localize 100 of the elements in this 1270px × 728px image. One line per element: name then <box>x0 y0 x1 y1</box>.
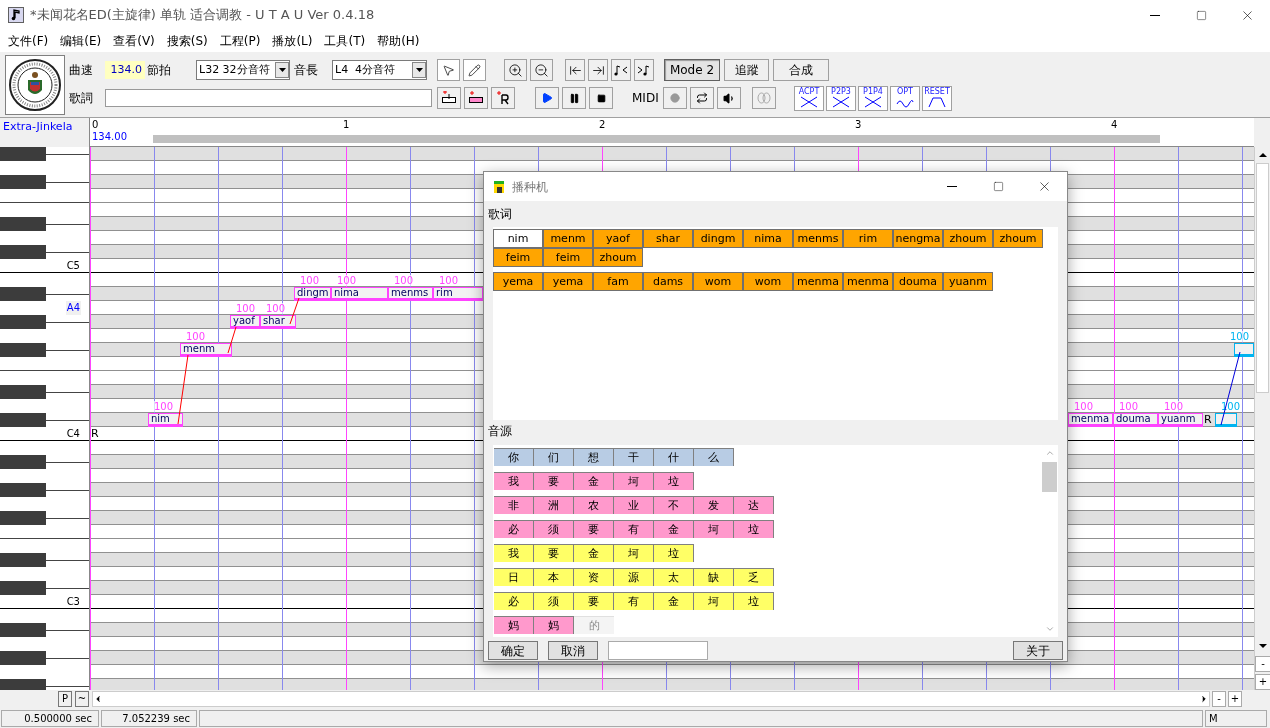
source-cell[interactable]: 洲 <box>534 496 574 514</box>
zoom-button[interactable]: + <box>1255 674 1270 690</box>
envelope-button[interactable]: P1P4 <box>858 85 888 111</box>
zoom-button[interactable]: + <box>1228 691 1242 707</box>
note-block[interactable]: dingm <box>294 287 331 301</box>
note-block[interactable] <box>1234 343 1254 357</box>
loop-button[interactable] <box>690 87 714 109</box>
lyric-cell[interactable]: douma <box>893 272 943 291</box>
scrollbar-thumb[interactable] <box>1042 462 1057 492</box>
source-cell[interactable]: 金 <box>574 472 614 490</box>
source-cell[interactable]: 业 <box>614 496 654 514</box>
source-cell[interactable]: 我 <box>494 544 534 562</box>
source-cell[interactable]: 垃 <box>734 520 774 538</box>
lyric-cell[interactable]: zhoum <box>943 229 993 248</box>
go-start-button[interactable] <box>565 59 585 81</box>
source-cell[interactable]: 太 <box>654 568 694 586</box>
quantize-select[interactable]: L32 32分音符 <box>196 60 290 80</box>
tempo-field[interactable]: 134.0 <box>105 61 145 79</box>
note-block[interactable]: menms <box>388 287 433 301</box>
note-block[interactable]: rim <box>433 287 483 301</box>
source-cell[interactable]: 坷 <box>614 472 654 490</box>
play-button[interactable] <box>535 87 559 109</box>
envelope-button[interactable]: RESET <box>922 85 952 111</box>
source-cell[interactable]: 什 <box>654 448 694 466</box>
source-cell[interactable]: 要 <box>534 544 574 562</box>
stop-button[interactable] <box>589 87 613 109</box>
note-right-button[interactable] <box>634 59 654 81</box>
lyric-cell[interactable]: yema <box>543 272 593 291</box>
about-button[interactable]: 关于 <box>1013 641 1063 660</box>
source-cell[interactable]: 么 <box>694 448 734 466</box>
lyric-cell[interactable]: menm <box>543 229 593 248</box>
lyric-input[interactable] <box>105 89 432 107</box>
source-cell[interactable]: 非 <box>494 496 534 514</box>
note-block[interactable]: shar <box>260 315 296 329</box>
menu-item[interactable]: 帮助(H) <box>371 32 426 50</box>
lyric-cell[interactable]: zhoum <box>993 229 1043 248</box>
toolbar-button[interactable]: 追蹤 <box>724 59 769 81</box>
source-cell[interactable]: 日 <box>494 568 534 586</box>
source-cell[interactable]: 垃 <box>734 592 774 610</box>
note-block[interactable] <box>1215 413 1237 427</box>
source-cell[interactable]: 必 <box>494 520 534 538</box>
menu-item[interactable]: 编辑(E) <box>54 32 108 50</box>
lyric-cell[interactable]: menma <box>793 272 843 291</box>
source-cell[interactable]: 达 <box>734 496 774 514</box>
menu-item[interactable]: 搜索(S) <box>160 32 214 50</box>
length-select[interactable]: L4 4分音符 <box>332 60 427 80</box>
menu-item[interactable]: 工具(T) <box>318 32 372 50</box>
lyric-cell[interactable]: dingm <box>693 229 743 248</box>
source-cell[interactable]: 金 <box>654 592 694 610</box>
note-block[interactable]: menma <box>1068 413 1113 427</box>
insert-rest-button[interactable] <box>491 87 515 109</box>
source-cell[interactable]: 须 <box>534 592 574 610</box>
menu-item[interactable]: 文件(F) <box>2 32 55 50</box>
source-cell[interactable]: 有 <box>614 520 654 538</box>
source-cell[interactable]: 们 <box>534 448 574 466</box>
source-cell[interactable]: 想 <box>574 448 614 466</box>
source-cell[interactable]: 金 <box>654 520 694 538</box>
source-cell[interactable]: 妈 <box>494 616 534 634</box>
lyric-cell[interactable]: shar <box>643 229 693 248</box>
go-end-button[interactable] <box>588 59 608 81</box>
lyric-cell[interactable]: menms <box>793 229 843 248</box>
source-cell[interactable]: 缺 <box>694 568 734 586</box>
source-cell[interactable]: 坷 <box>694 520 734 538</box>
source-cell[interactable]: 农 <box>574 496 614 514</box>
toolbar-button[interactable]: Mode 2 <box>664 59 720 81</box>
toolbar-button[interactable]: 合成 <box>773 59 829 81</box>
source-cell[interactable]: 发 <box>694 496 734 514</box>
lyric-cell[interactable]: rim <box>843 229 893 248</box>
lyric-cell[interactable]: feim <box>543 248 593 267</box>
lyric-cell[interactable]: dams <box>643 272 693 291</box>
note-block[interactable]: nim <box>148 413 183 427</box>
source-cell[interactable]: 本 <box>534 568 574 586</box>
lyric-cell[interactable]: yema <box>493 272 543 291</box>
source-cell[interactable]: 资 <box>574 568 614 586</box>
lyric-cell[interactable]: yaof <box>593 229 643 248</box>
lyric-cell[interactable]: menma <box>843 272 893 291</box>
zoom-button[interactable]: - <box>1255 656 1270 672</box>
source-cell[interactable]: 金 <box>574 544 614 562</box>
note-block[interactable]: nima <box>331 287 388 301</box>
source-cell[interactable]: 干 <box>614 448 654 466</box>
insert-note-button[interactable] <box>437 87 461 109</box>
source-cell[interactable]: 乏 <box>734 568 774 586</box>
source-cell[interactable]: 须 <box>534 520 574 538</box>
dialog-button[interactable]: 确定 <box>488 641 538 660</box>
menu-item[interactable]: 查看(V) <box>107 32 161 50</box>
source-cell[interactable]: 坷 <box>614 544 654 562</box>
source-cell[interactable]: 源 <box>614 568 654 586</box>
zoom-out-button[interactable] <box>530 59 553 81</box>
source-cell[interactable]: 坷 <box>694 592 734 610</box>
lyric-cell[interactable]: nima <box>743 229 793 248</box>
envelope-button[interactable]: OPT <box>890 85 920 111</box>
source-cell[interactable]: 垃 <box>654 544 694 562</box>
source-cell[interactable]: 我 <box>494 472 534 490</box>
text-field[interactable] <box>608 641 708 660</box>
source-cell[interactable]: 不 <box>654 496 694 514</box>
lyric-cell[interactable]: fam <box>593 272 643 291</box>
note-block[interactable]: yaof <box>230 315 260 329</box>
menu-item[interactable]: 工程(P) <box>213 32 267 50</box>
speaker-button[interactable] <box>717 87 741 109</box>
lyric-cell[interactable]: nim <box>493 229 543 248</box>
